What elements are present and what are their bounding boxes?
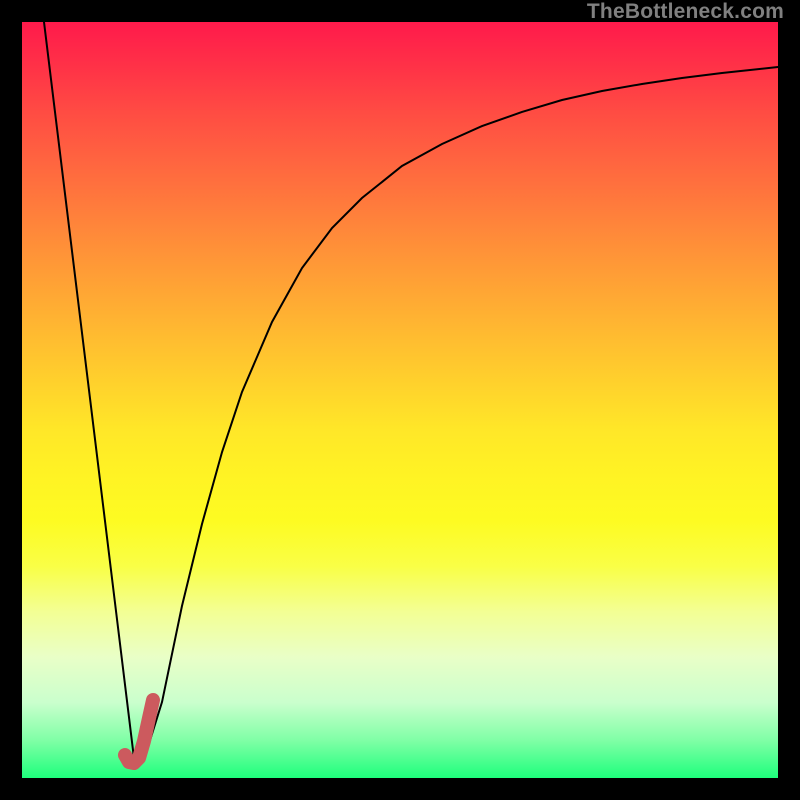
rising-curve — [147, 67, 778, 750]
plot-area — [22, 22, 778, 778]
chart-svg — [22, 22, 778, 778]
watermark-label: TheBottleneck.com — [587, 0, 784, 24]
red-j-stroke — [125, 700, 153, 763]
descending-line — [44, 22, 134, 758]
